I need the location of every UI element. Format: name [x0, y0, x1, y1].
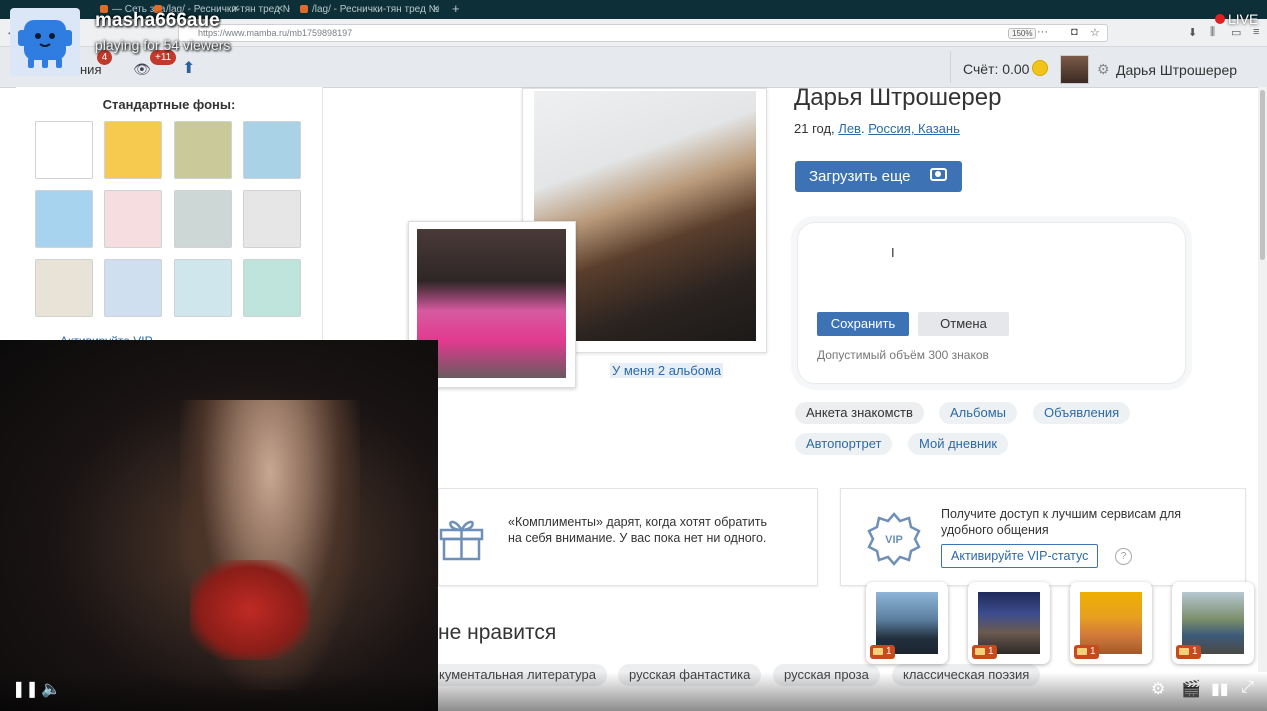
- message-count: 1: [988, 646, 994, 657]
- library-icon[interactable]: ⫼: [1210, 26, 1215, 39]
- clip-icon[interactable]: 🎬: [1181, 679, 1201, 699]
- fullscreen-icon[interactable]: ⤢: [1241, 679, 1254, 697]
- bookmark-star-icon[interactable]: ☆: [1090, 26, 1100, 39]
- volume-icon[interactable]: 🔈: [41, 679, 61, 699]
- background-swatch[interactable]: [243, 190, 301, 248]
- message-count-badge: 1: [1074, 645, 1099, 659]
- zoom-indicator[interactable]: 150%: [1008, 28, 1037, 39]
- message-count-badge: 1: [870, 645, 895, 659]
- download-icon[interactable]: ⬇: [1188, 26, 1197, 39]
- background-swatch[interactable]: [104, 259, 162, 317]
- header-user-name[interactable]: Дарья Штрошерер: [1116, 62, 1237, 78]
- background-swatch[interactable]: [35, 259, 93, 317]
- webcam-streamer-shirt: [190, 560, 310, 660]
- envelope-icon: [1077, 647, 1087, 655]
- vip-badge-icon: VIP: [867, 512, 921, 566]
- background-swatch[interactable]: [35, 190, 93, 248]
- up-arrow-icon[interactable]: ⬆: [182, 58, 195, 78]
- header-divider: [950, 51, 951, 83]
- help-icon[interactable]: ?: [1115, 548, 1132, 565]
- message-count-badge: 1: [972, 645, 997, 659]
- save-button[interactable]: Сохранить: [817, 312, 909, 336]
- pause-icon[interactable]: ❚❚: [12, 679, 39, 699]
- avatar[interactable]: [1060, 55, 1089, 84]
- compliments-text: «Комплименты» дарят, когда хотят обратит…: [508, 515, 767, 545]
- live-indicator: LIVE: [1228, 11, 1259, 27]
- tab-dating-profile[interactable]: Анкета знакомств: [795, 402, 924, 424]
- close-tab-icon[interactable]: ✕: [276, 0, 284, 19]
- tab-title: /lag/ - Реснички-тян тред №: [312, 4, 440, 15]
- settings-gear-icon[interactable]: ⚙: [1151, 679, 1165, 699]
- tab-ads[interactable]: Объявления: [1033, 402, 1131, 424]
- live-dot-icon: [1215, 14, 1225, 24]
- location-link[interactable]: Россия, Казань: [868, 121, 960, 136]
- background-swatch[interactable]: [35, 121, 93, 179]
- background-swatch[interactable]: [174, 190, 232, 248]
- background-swatch[interactable]: [174, 259, 232, 317]
- message-count: 1: [1090, 646, 1096, 657]
- streamer-avatar[interactable]: [10, 8, 80, 76]
- background-swatch[interactable]: [174, 121, 232, 179]
- background-swatch[interactable]: [104, 190, 162, 248]
- message-count-badge: 1: [1176, 645, 1201, 659]
- profile-info: 21 год, Лев. Россия, Казань: [794, 121, 960, 136]
- activate-vip-button[interactable]: Активируйте VIP-статус: [941, 544, 1099, 568]
- profile-age: 21 год,: [794, 121, 839, 136]
- message-count: 1: [886, 646, 892, 657]
- tab-favicon-icon: [300, 5, 308, 14]
- account-score[interactable]: Счёт: 0.00: [963, 61, 1029, 77]
- header-messages-label[interactable]: ния: [80, 62, 101, 77]
- sidebar-icon[interactable]: ▭: [1231, 26, 1241, 39]
- cancel-button[interactable]: Отмена: [918, 312, 1009, 336]
- scrollbar-thumb[interactable]: [1260, 90, 1265, 260]
- stream-viewers: playing for 54 viewers: [95, 37, 231, 53]
- browser-tab[interactable]: /lag/ - Реснички-тян тред № ✕: [296, 0, 446, 19]
- envelope-icon: [873, 647, 883, 655]
- gear-icon[interactable]: ⚙: [1097, 61, 1110, 78]
- tab-diary[interactable]: Мой дневник: [908, 433, 1009, 455]
- tab-selfportrait[interactable]: Автопортрет: [795, 433, 893, 455]
- pocket-icon[interactable]: ◘: [1071, 26, 1078, 38]
- zodiac-link[interactable]: Лев: [838, 121, 861, 136]
- secondary-profile-photo[interactable]: [417, 229, 566, 378]
- coin-icon: [1032, 60, 1048, 76]
- background-swatch[interactable]: [104, 121, 162, 179]
- message-count: 1: [1192, 646, 1198, 657]
- streamer-avatar-icon: [18, 20, 72, 68]
- streamer-name[interactable]: masha666aue: [95, 10, 220, 32]
- tab-albums[interactable]: Альбомы: [939, 402, 1017, 424]
- envelope-icon: [975, 647, 985, 655]
- albums-link[interactable]: У меня 2 альбома: [610, 363, 724, 378]
- background-swatch[interactable]: [243, 259, 301, 317]
- new-tab-icon[interactable]: +: [452, 1, 460, 16]
- dislikes-title: не нравится: [438, 621, 557, 644]
- backgrounds-title: Стандартные фоны:: [102, 97, 236, 112]
- player-control-bar: [0, 672, 1267, 711]
- menu-icon[interactable]: ≡: [1253, 26, 1259, 38]
- more-icon[interactable]: ···: [1037, 26, 1048, 38]
- gift-icon: [439, 520, 484, 561]
- vip-text: Получите доступ к лучшим сервисам для уд…: [941, 507, 1182, 537]
- character-limit-text: Допустимый объём 300 знаков: [817, 348, 989, 362]
- profile-name: Дарья Штрошерер: [794, 84, 1002, 111]
- close-tab-icon[interactable]: ✕: [432, 0, 440, 19]
- text-cursor-icon: I: [891, 245, 895, 260]
- vip-badge-label: VIP: [885, 534, 903, 546]
- camera-lens-icon: [935, 171, 941, 177]
- theater-mode-icon[interactable]: ▮▮: [1211, 679, 1229, 699]
- envelope-icon: [1179, 647, 1189, 655]
- eye-icon[interactable]: 👁: [133, 61, 151, 78]
- background-swatch[interactable]: [243, 121, 301, 179]
